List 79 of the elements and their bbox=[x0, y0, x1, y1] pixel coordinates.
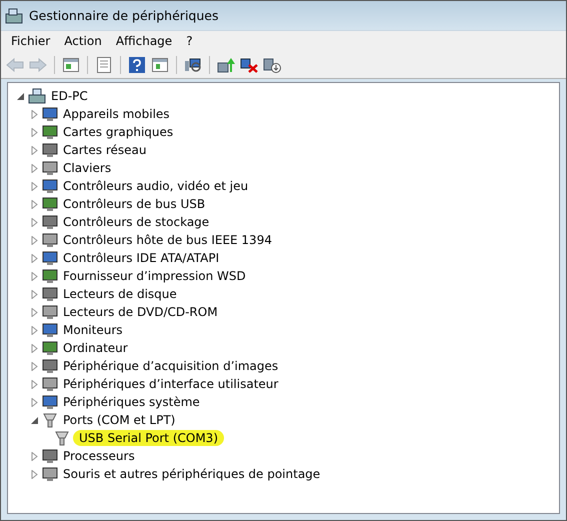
expand-arrow-icon[interactable] bbox=[30, 128, 39, 136]
tree-item[interactable]: Périphériques d’interface utilisateur bbox=[61, 377, 280, 391]
device-icon bbox=[42, 358, 58, 374]
expand-arrow-icon[interactable] bbox=[30, 218, 39, 226]
menu-item[interactable]: Action bbox=[58, 32, 108, 50]
device-icon bbox=[42, 106, 58, 122]
expand-arrow-icon[interactable] bbox=[30, 398, 39, 406]
computer-icon bbox=[28, 88, 46, 104]
device-icon bbox=[42, 214, 58, 230]
properties-icon[interactable] bbox=[97, 56, 111, 72]
tree-item[interactable]: Appareils mobiles bbox=[61, 107, 172, 121]
console-tree-icon[interactable] bbox=[63, 58, 79, 72]
device-icon bbox=[42, 268, 58, 284]
port-connector-icon bbox=[42, 412, 58, 428]
expand-arrow-icon[interactable] bbox=[30, 452, 39, 460]
app-icon bbox=[5, 8, 23, 24]
expand-arrow-icon[interactable] bbox=[30, 290, 39, 298]
scan-monitor-icon[interactable] bbox=[184, 56, 202, 72]
device-icon bbox=[42, 394, 58, 410]
tree-item[interactable]: Contrôleurs hôte de bus IEEE 1394 bbox=[61, 233, 274, 247]
expand-arrow-icon[interactable] bbox=[30, 272, 39, 280]
help-icon[interactable] bbox=[129, 56, 145, 72]
expand-arrow-icon[interactable] bbox=[30, 182, 39, 190]
tree-item[interactable]: Processeurs bbox=[61, 449, 137, 463]
expand-arrow-icon[interactable] bbox=[30, 470, 39, 478]
tree-item[interactable]: Moniteurs bbox=[61, 323, 125, 337]
collapse-arrow-icon[interactable] bbox=[30, 416, 39, 424]
device-icon bbox=[42, 178, 58, 194]
device-icon bbox=[42, 376, 58, 392]
tree-item[interactable]: Périphérique d’acquisition d’images bbox=[61, 359, 280, 373]
device-icon bbox=[42, 286, 58, 302]
expand-arrow-icon[interactable] bbox=[30, 344, 39, 352]
expand-arrow-icon[interactable] bbox=[30, 326, 39, 334]
expand-arrow-icon[interactable] bbox=[30, 200, 39, 208]
expand-arrow-icon[interactable] bbox=[30, 254, 39, 262]
tree-item[interactable]: Contrôleurs de bus USB bbox=[61, 197, 208, 211]
device-icon bbox=[42, 250, 58, 266]
tree-item[interactable]: Cartes réseau bbox=[61, 143, 148, 157]
device-icon bbox=[42, 304, 58, 320]
device-icon bbox=[42, 142, 58, 158]
expand-arrow-icon[interactable] bbox=[30, 362, 39, 370]
device-icon bbox=[42, 232, 58, 248]
action-pane-icon[interactable] bbox=[152, 58, 168, 72]
device-icon bbox=[42, 322, 58, 338]
update-driver-icon[interactable] bbox=[217, 56, 235, 72]
expand-arrow-icon[interactable] bbox=[30, 164, 39, 172]
tree-item[interactable]: Ordinateur bbox=[61, 341, 130, 355]
expand-arrow-icon[interactable] bbox=[30, 236, 39, 244]
tree-item[interactable]: Contrôleurs de stockage bbox=[61, 215, 212, 229]
menu-item[interactable]: Affichage bbox=[110, 32, 178, 50]
device-icon bbox=[42, 196, 58, 212]
tree-item[interactable]: Périphériques système bbox=[61, 395, 202, 409]
port-connector-icon bbox=[54, 430, 70, 446]
device-icon bbox=[42, 466, 58, 482]
tree-item[interactable]: Lecteurs de DVD/CD-ROM bbox=[61, 305, 220, 319]
uninstall-icon[interactable] bbox=[240, 56, 258, 72]
device-icon bbox=[42, 340, 58, 356]
tree-item[interactable]: Ports (COM et LPT) bbox=[61, 413, 178, 427]
expand-arrow-icon[interactable] bbox=[30, 380, 39, 388]
tree-item[interactable]: Cartes graphiques bbox=[61, 125, 176, 139]
tree-item[interactable]: Contrôleurs IDE ATA/ATAPI bbox=[61, 251, 222, 265]
window-title: Gestionnaire de périphériques bbox=[29, 8, 218, 23]
menu-item[interactable]: Fichier bbox=[5, 32, 56, 50]
tree-item[interactable]: Fournisseur d’impression WSD bbox=[61, 269, 248, 283]
expand-arrow-icon[interactable] bbox=[30, 146, 39, 154]
menu-item[interactable]: ? bbox=[180, 32, 199, 50]
device-icon bbox=[42, 448, 58, 464]
expand-arrow-icon[interactable] bbox=[30, 308, 39, 316]
tree-item[interactable]: ED-PC bbox=[49, 89, 90, 103]
tree-item[interactable]: Souris et autres périphériques de pointage bbox=[61, 467, 322, 481]
tree-item[interactable]: Claviers bbox=[61, 161, 114, 175]
collapse-arrow-icon[interactable] bbox=[16, 92, 25, 100]
device-icon bbox=[42, 160, 58, 176]
disable-device-icon[interactable] bbox=[263, 56, 281, 72]
tree-item[interactable]: Contrôleurs audio, vidéo et jeu bbox=[61, 179, 250, 193]
tree-item[interactable]: USB Serial Port (COM3) bbox=[73, 430, 224, 446]
expand-arrow-icon[interactable] bbox=[30, 110, 39, 118]
device-icon bbox=[42, 124, 58, 140]
tree-item[interactable]: Lecteurs de disque bbox=[61, 287, 179, 301]
